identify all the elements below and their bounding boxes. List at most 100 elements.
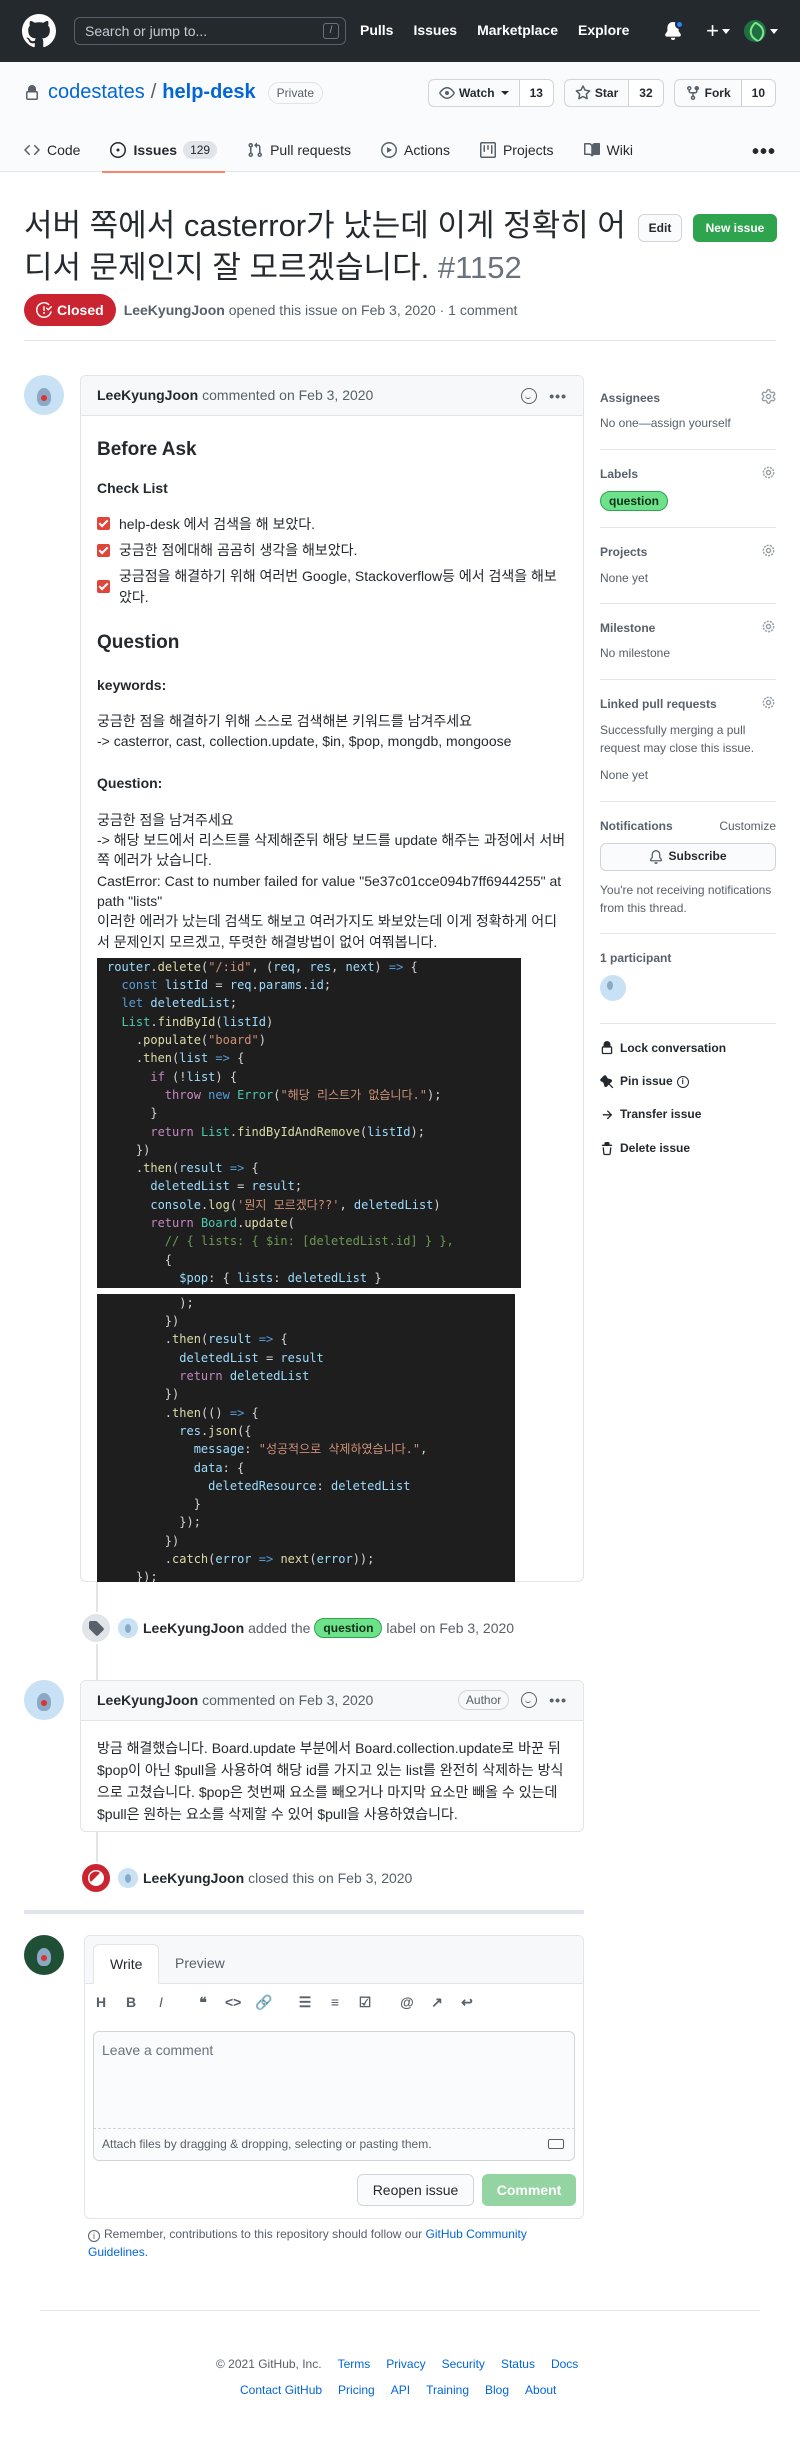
avatar[interactable] — [118, 1868, 138, 1888]
footer-link-docs[interactable]: Docs — [551, 2356, 578, 2373]
info-icon[interactable]: i — [676, 1075, 689, 1088]
assignees-title[interactable]: Assignees — [600, 389, 776, 407]
footer-link-blog[interactable]: Blog — [485, 2382, 509, 2399]
fork-count[interactable]: 10 — [741, 79, 776, 107]
new-issue-button[interactable]: New issue — [693, 214, 777, 242]
subscribe-button[interactable]: Subscribe — [600, 842, 776, 871]
checkbox[interactable] — [97, 543, 110, 557]
gear-icon[interactable] — [761, 465, 776, 480]
avatar[interactable] — [118, 1618, 138, 1638]
numbered-list-icon[interactable]: ≡ — [327, 1994, 343, 2010]
quote-icon[interactable]: ❝ — [195, 1994, 211, 2010]
nav-marketplace[interactable]: Marketplace — [477, 20, 558, 40]
repo-owner-link[interactable]: codestates — [48, 78, 145, 107]
search-input[interactable]: Search or jump to... / — [74, 17, 346, 45]
reply-icon[interactable]: ↩ — [459, 1994, 475, 2010]
cross-reference-icon[interactable]: ↗ — [429, 1994, 445, 2010]
footer-link-security[interactable]: Security — [442, 2356, 485, 2373]
nav-issues[interactable]: Issues — [413, 20, 457, 40]
comment-button[interactable]: Comment — [482, 2174, 576, 2206]
current-user-avatar[interactable] — [24, 1935, 64, 1975]
github-logo-icon[interactable] — [22, 14, 56, 48]
tab-write[interactable]: Write — [93, 1944, 160, 1984]
kebab-menu-icon[interactable]: ••• — [549, 386, 567, 406]
footer-link-contact[interactable]: Contact GitHub — [240, 2382, 322, 2399]
comment-author-link[interactable]: LeeKyungJoon — [97, 385, 198, 405]
milestone-title[interactable]: Milestone — [600, 620, 776, 637]
event-author-link[interactable]: LeeKyungJoon — [143, 1618, 244, 1638]
linked-prs-title[interactable]: Linked pull requests — [600, 696, 776, 713]
chevron-down-icon[interactable] — [770, 28, 778, 34]
checkbox[interactable] — [97, 580, 110, 594]
delete-issue-link[interactable]: Delete issue — [600, 1140, 776, 1157]
nav-explore[interactable]: Explore — [578, 20, 629, 40]
more-options-icon[interactable]: ••• — [752, 138, 776, 167]
star-count[interactable]: 32 — [629, 79, 664, 107]
notifications-bell-icon[interactable] — [664, 19, 686, 43]
projects-title[interactable]: Projects — [600, 544, 776, 561]
kebab-menu-icon[interactable]: ••• — [549, 1690, 567, 1710]
footer-link-pricing[interactable]: Pricing — [338, 2382, 375, 2399]
repo-name-link[interactable]: help-desk — [162, 78, 255, 107]
lock-conversation-link[interactable]: Lock conversation — [600, 1040, 776, 1057]
footer-link-privacy[interactable]: Privacy — [386, 2356, 425, 2373]
link-icon[interactable]: 🔗 — [255, 1994, 272, 2010]
transfer-issue-link[interactable]: Transfer issue — [600, 1106, 776, 1123]
code-icon[interactable]: <> — [225, 1994, 241, 2010]
smiley-icon[interactable] — [521, 1692, 538, 1709]
tab-actions[interactable]: Actions — [381, 128, 450, 172]
gear-icon[interactable] — [761, 619, 776, 634]
keywords-line: -> casterror, cast, collection.update, $… — [97, 733, 512, 750]
chevron-down-icon[interactable] — [722, 28, 730, 34]
watch-button[interactable]: Watch — [428, 79, 520, 107]
issue-author-link[interactable]: LeeKyungJoon — [124, 302, 225, 318]
nav-pulls[interactable]: Pulls — [360, 20, 393, 40]
smiley-icon[interactable] — [521, 388, 538, 405]
question-line: CastError: Cast to number failed for val… — [97, 872, 562, 909]
assignees-value[interactable]: No one—assign yourself — [600, 415, 776, 432]
customize-link[interactable]: Customize — [719, 818, 776, 835]
comment-textarea[interactable]: Leave a comment — [93, 2031, 575, 2129]
comment-timestamp[interactable]: commented on Feb 3, 2020 — [202, 1690, 373, 1710]
user-avatar[interactable] — [744, 20, 766, 42]
attach-files-bar[interactable]: Attach files by dragging & dropping, sel… — [93, 2129, 575, 2161]
event-author-link[interactable]: LeeKyungJoon — [143, 1868, 244, 1888]
tab-projects[interactable]: Projects — [479, 128, 554, 172]
watch-count[interactable]: 13 — [519, 79, 554, 107]
comment-timestamp[interactable]: commented on Feb 3, 2020 — [202, 385, 373, 405]
checkbox[interactable] — [97, 517, 110, 531]
tab-preview[interactable]: Preview — [159, 1944, 241, 1984]
label-question[interactable]: question — [600, 491, 668, 512]
edit-title-button[interactable]: Edit — [638, 214, 682, 242]
italic-icon[interactable]: I — [153, 1994, 169, 2010]
tab-pull-requests[interactable]: Pull requests — [247, 128, 351, 172]
tab-code[interactable]: Code — [24, 128, 80, 172]
avatar[interactable] — [24, 1680, 64, 1720]
bulleted-list-icon[interactable]: ☰ — [297, 1994, 313, 2010]
avatar[interactable] — [24, 375, 64, 415]
mention-icon[interactable]: @ — [399, 1994, 415, 2010]
pin-issue-link[interactable]: Pin issue i — [600, 1073, 776, 1090]
opened-text: opened this issue on Feb 3, 2020 · 1 com… — [228, 301, 518, 318]
footer-link-status[interactable]: Status — [501, 2356, 535, 2373]
footer-link-training[interactable]: Training — [426, 2382, 469, 2399]
footer-link-about[interactable]: About — [525, 2382, 556, 2399]
footer-link-api[interactable]: API — [391, 2382, 410, 2399]
comment-author-link[interactable]: LeeKyungJoon — [97, 1690, 198, 1710]
gear-icon[interactable] — [761, 389, 776, 404]
footer-link-terms[interactable]: Terms — [338, 2356, 371, 2373]
heading-icon[interactable]: H — [93, 1994, 109, 2010]
gear-icon[interactable] — [761, 543, 776, 558]
fork-button[interactable]: Fork — [673, 79, 742, 107]
gear-icon[interactable] — [761, 695, 776, 710]
participant-avatar[interactable] — [600, 975, 626, 1002]
star-button[interactable]: Star — [563, 79, 630, 107]
labels-title[interactable]: Labels — [600, 466, 776, 483]
tab-wiki[interactable]: Wiki — [583, 128, 633, 172]
reopen-issue-button[interactable]: Reopen issue — [357, 2174, 474, 2206]
label-question[interactable]: question — [314, 1618, 383, 1638]
bold-icon[interactable]: B — [123, 1994, 139, 2010]
tab-issues[interactable]: Issues 129 — [102, 128, 225, 173]
task-list-icon[interactable]: ☑ — [357, 1994, 373, 2010]
create-new-plus-icon[interactable]: + — [706, 20, 719, 42]
